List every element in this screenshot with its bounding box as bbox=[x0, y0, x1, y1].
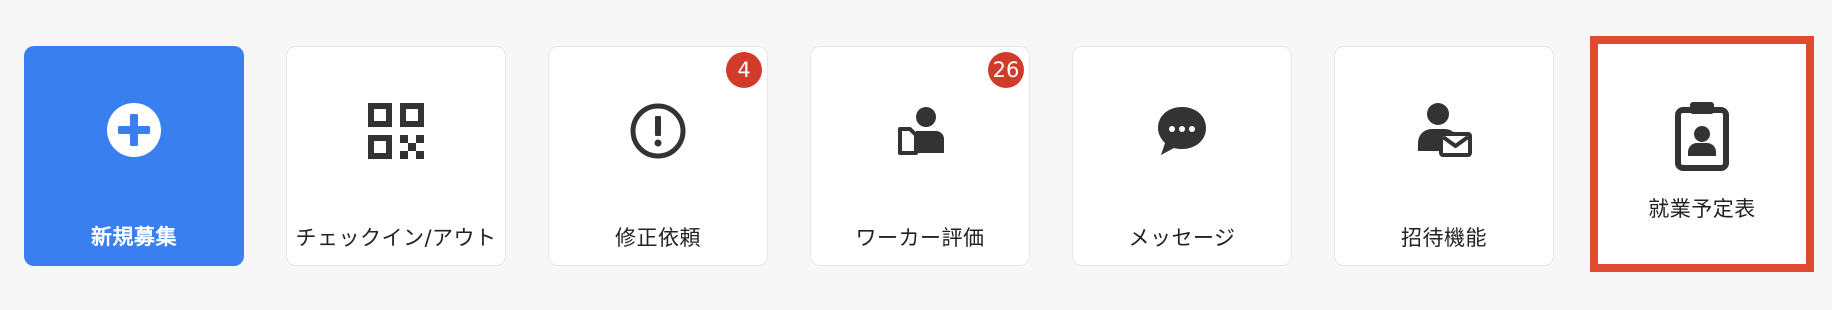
check-in-out-label: チェックイン/アウト bbox=[295, 226, 497, 250]
worker-rating-icon bbox=[888, 99, 952, 163]
check-in-out-button[interactable]: チェックイン/アウト bbox=[286, 46, 506, 266]
worker-rating-label: ワーカー評価 bbox=[855, 226, 985, 250]
alert-circle-icon bbox=[626, 99, 690, 163]
plus-circle-icon bbox=[102, 98, 166, 162]
new-recruit-button[interactable]: 新規募集 bbox=[24, 46, 244, 266]
qr-code-icon bbox=[364, 99, 428, 163]
worker-rating-button[interactable]: 26 ワーカー評価 bbox=[810, 46, 1030, 266]
invite-label: 招待機能 bbox=[1401, 226, 1487, 250]
user-mail-icon bbox=[1412, 99, 1476, 163]
invite-button[interactable]: 招待機能 bbox=[1334, 46, 1554, 266]
quick-menu: 新規募集 チェックイン/アウト 4 修正依頼 26 ワーカー評価 メッセージ 招… bbox=[0, 0, 1832, 310]
notification-badge: 4 bbox=[726, 52, 762, 88]
notification-badge: 26 bbox=[988, 52, 1024, 88]
chat-bubble-icon bbox=[1150, 99, 1214, 163]
correction-requests-button[interactable]: 4 修正依頼 bbox=[548, 46, 768, 266]
correction-requests-label: 修正依頼 bbox=[615, 226, 701, 250]
messages-label: メッセージ bbox=[1128, 226, 1236, 250]
messages-button[interactable]: メッセージ bbox=[1072, 46, 1292, 266]
work-schedule-button[interactable]: 就業予定表 bbox=[1590, 36, 1814, 272]
new-recruit-label: 新規募集 bbox=[91, 225, 177, 249]
clipboard-user-icon bbox=[1670, 102, 1734, 171]
work-schedule-label: 就業予定表 bbox=[1648, 197, 1756, 221]
